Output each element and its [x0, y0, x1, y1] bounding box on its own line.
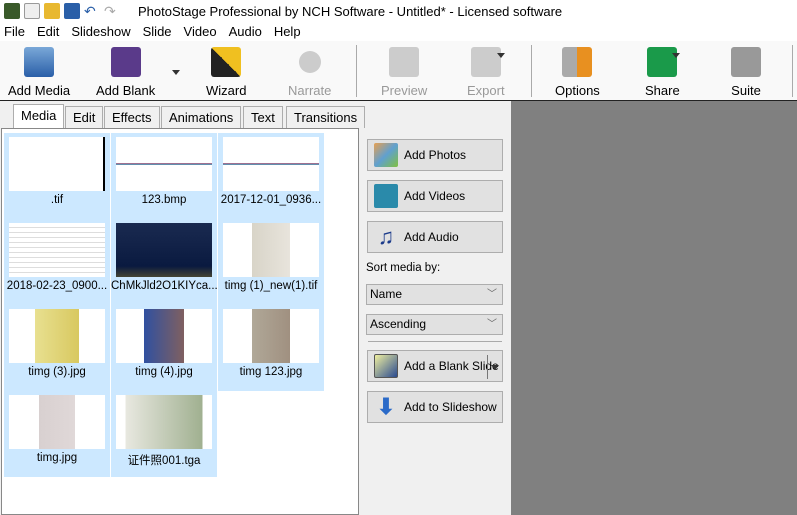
options-tools-icon [562, 47, 593, 77]
add-blank-icon [110, 47, 141, 77]
media-item[interactable]: timg.jpg [4, 391, 110, 477]
divider [368, 341, 502, 342]
tab-media[interactable]: Media [13, 104, 65, 129]
tab-bar: Media Edit Effects Animations Text Trans… [0, 102, 511, 129]
media-actions-panel: Add Photos Add Videos ♫ Add Audio Sort me… [360, 128, 510, 515]
preview-icon [389, 47, 420, 77]
add-to-slideshow-button[interactable]: ⬇ Add to Slideshow [367, 391, 503, 423]
media-item[interactable]: timg (1)_new(1).tif [218, 219, 324, 305]
thumbnail [9, 137, 105, 191]
menu-edit[interactable]: Edit [37, 24, 59, 39]
toolbar: Add Media Add Blank Wizard Narrate Previ… [0, 41, 797, 101]
add-photos-button[interactable]: Add Photos [367, 139, 503, 171]
thumbnail [116, 137, 212, 191]
chevron-down-icon: ﹀ [487, 319, 497, 330]
thumbnail [116, 309, 212, 363]
thumbnail [223, 223, 319, 277]
add-videos-button[interactable]: Add Videos [367, 180, 503, 212]
suite-toolbox-icon [731, 47, 761, 77]
suite-button[interactable]: Suite [731, 47, 761, 98]
arrow-down-icon: ⬇ [376, 394, 396, 419]
media-item[interactable]: 证件照001.tga [111, 391, 217, 477]
save-icon[interactable] [64, 3, 80, 19]
thumbnail [223, 309, 319, 363]
menu-audio[interactable]: Audio [229, 24, 262, 39]
media-item[interactable]: ChMkJld2O1KIYca... [111, 219, 217, 305]
export-icon [470, 47, 501, 77]
tab-edit[interactable]: Edit [65, 106, 104, 128]
record-icon [298, 51, 321, 73]
thumbnail [116, 395, 212, 449]
blank-slide-icon [374, 354, 398, 378]
app-icon [4, 3, 20, 19]
chevron-down-icon: ﹀ [487, 289, 497, 300]
tab-text[interactable]: Text [243, 106, 283, 128]
menu-video[interactable]: Video [184, 24, 217, 39]
preview-button[interactable]: Preview [381, 47, 427, 98]
narrate-button[interactable]: Narrate [288, 47, 331, 98]
sort-by-select[interactable]: Name ﹀ [366, 284, 503, 305]
tab-animations[interactable]: Animations [161, 106, 242, 128]
window-title: PhotoStage Professional by NCH Software … [138, 3, 563, 19]
thumbnail [9, 395, 105, 449]
photos-icon [374, 143, 398, 167]
add-blank-slide-button[interactable]: Add a Blank Slide [367, 350, 503, 382]
media-item[interactable]: timg (4).jpg [111, 305, 217, 391]
new-icon[interactable] [24, 3, 40, 19]
wizard-wand-icon [211, 47, 242, 77]
thumbnail [9, 309, 105, 363]
undo-icon[interactable]: ↶ [84, 3, 100, 19]
menu-help[interactable]: Help [274, 24, 301, 39]
add-blank-button[interactable]: Add Blank [96, 47, 155, 98]
redo-icon[interactable]: ↷ [104, 3, 120, 19]
media-item[interactable]: timg 123.jpg [218, 305, 324, 391]
menu-bar: File Edit Slideshow Slide Video Audio He… [0, 22, 797, 41]
media-list[interactable]: .tif 123.bmp 2017-12-01_0936... 2018-02-… [1, 128, 359, 515]
media-item[interactable]: timg (3).jpg [4, 305, 110, 391]
share-dropdown-icon[interactable] [672, 53, 680, 58]
add-media-button[interactable]: Add Media [8, 47, 70, 98]
wizard-button[interactable]: Wizard [206, 47, 246, 98]
tab-effects[interactable]: Effects [104, 106, 160, 128]
film-icon [374, 184, 398, 208]
media-item[interactable]: 2017-12-01_0936... [218, 133, 324, 219]
menu-slide[interactable]: Slide [143, 24, 172, 39]
thumbnail [116, 223, 212, 277]
open-icon[interactable] [44, 3, 60, 19]
thumbnail [223, 137, 319, 191]
sort-label: Sort media by: [366, 262, 441, 274]
music-note-icon: ♫ [377, 224, 395, 249]
thumbnail [9, 223, 105, 277]
options-button[interactable]: Options [555, 47, 600, 98]
preview-area [511, 101, 797, 515]
sort-order-select[interactable]: Ascending ﹀ [366, 314, 503, 335]
add-blank-dropdown-icon[interactable] [172, 70, 180, 75]
media-item[interactable]: 2018-02-23_0900... [4, 219, 110, 305]
blank-slide-dropdown-icon[interactable] [491, 365, 499, 370]
add-media-icon [24, 47, 55, 77]
menu-slideshow[interactable]: Slideshow [71, 24, 130, 39]
add-audio-button[interactable]: ♫ Add Audio [367, 221, 503, 253]
export-dropdown-icon[interactable] [497, 53, 505, 58]
media-item[interactable]: .tif [4, 133, 110, 219]
share-icon [647, 47, 678, 77]
title-bar: ↶ ↷ PhotoStage Professional by NCH Softw… [0, 0, 797, 22]
media-item[interactable]: 123.bmp [111, 133, 217, 219]
tab-transitions[interactable]: Transitions [286, 106, 366, 128]
menu-file[interactable]: File [4, 24, 25, 39]
